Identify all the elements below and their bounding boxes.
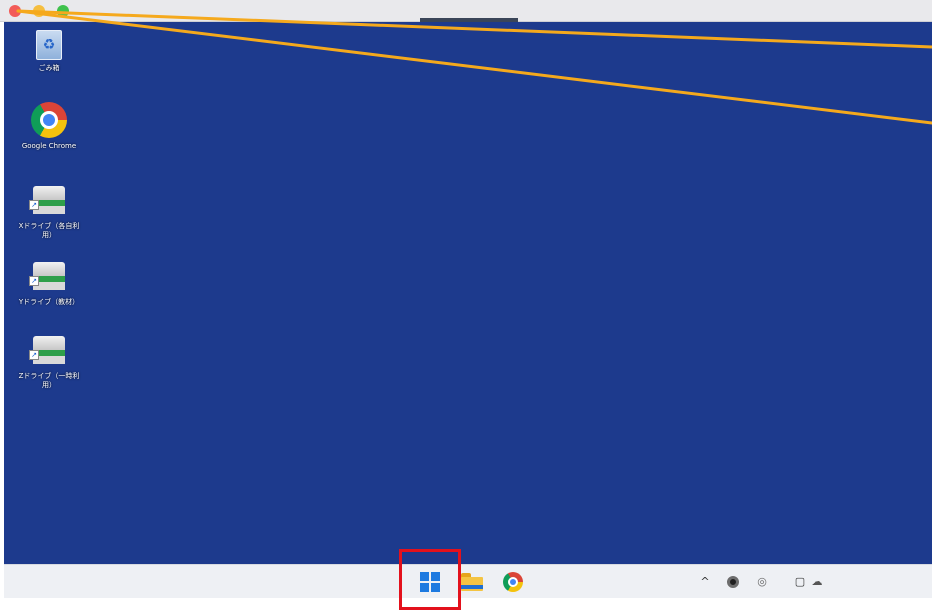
zoom-window-button[interactable] xyxy=(57,5,69,17)
network-drive-icon: ↗ xyxy=(29,336,69,368)
taskbar-chrome-icon[interactable] xyxy=(503,572,523,592)
display-tray-icon[interactable]: ▢ xyxy=(793,574,807,590)
desktop-icon-label: Zドライブ（一時利 用） xyxy=(18,372,80,389)
network-drive-icon: ↗ xyxy=(29,262,69,294)
desktop-icon-label: Yドライブ（教材） xyxy=(18,298,80,306)
desktop-icon-recycle-bin[interactable]: ごみ箱 xyxy=(3,30,95,73)
desktop-icon-label: ごみ箱 xyxy=(38,64,60,72)
recycle-bin-icon xyxy=(36,30,62,60)
desktop-icon-label: Xドライブ（各自利 用） xyxy=(18,222,80,239)
remote-desktop-window: ごみ箱 Google Chrome ↗ Xドライブ（各自利 用） ↗ Yドライブ… xyxy=(0,0,932,613)
start-button-highlight xyxy=(399,549,461,610)
show-hidden-icons-chevron-icon[interactable]: ^ xyxy=(698,574,712,590)
desktop-icon-x-drive[interactable]: ↗ Xドライブ（各自利 用） xyxy=(3,186,95,240)
window-titlebar[interactable] xyxy=(0,0,932,23)
onedrive-tray-icon[interactable] xyxy=(727,576,739,588)
desktop: ごみ箱 Google Chrome ↗ Xドライブ（各自利 用） ↗ Yドライブ… xyxy=(4,22,932,564)
file-explorer-icon[interactable] xyxy=(461,573,483,591)
chrome-icon xyxy=(31,102,67,138)
desktop-icon-google-chrome[interactable]: Google Chrome xyxy=(3,102,95,151)
close-window-button[interactable] xyxy=(9,5,21,17)
desktop-icon-z-drive[interactable]: ↗ Zドライブ（一時利 用） xyxy=(3,336,95,390)
minimize-window-button[interactable] xyxy=(33,5,45,17)
desktop-icon-label: Google Chrome xyxy=(21,142,77,150)
cloud-tray-icon[interactable]: ☁ xyxy=(810,574,824,590)
network-drive-icon: ↗ xyxy=(29,186,69,218)
desktop-icon-y-drive[interactable]: ↗ Yドライブ（教材） xyxy=(3,262,95,307)
sync-tray-icon[interactable]: ◎ xyxy=(755,574,769,590)
